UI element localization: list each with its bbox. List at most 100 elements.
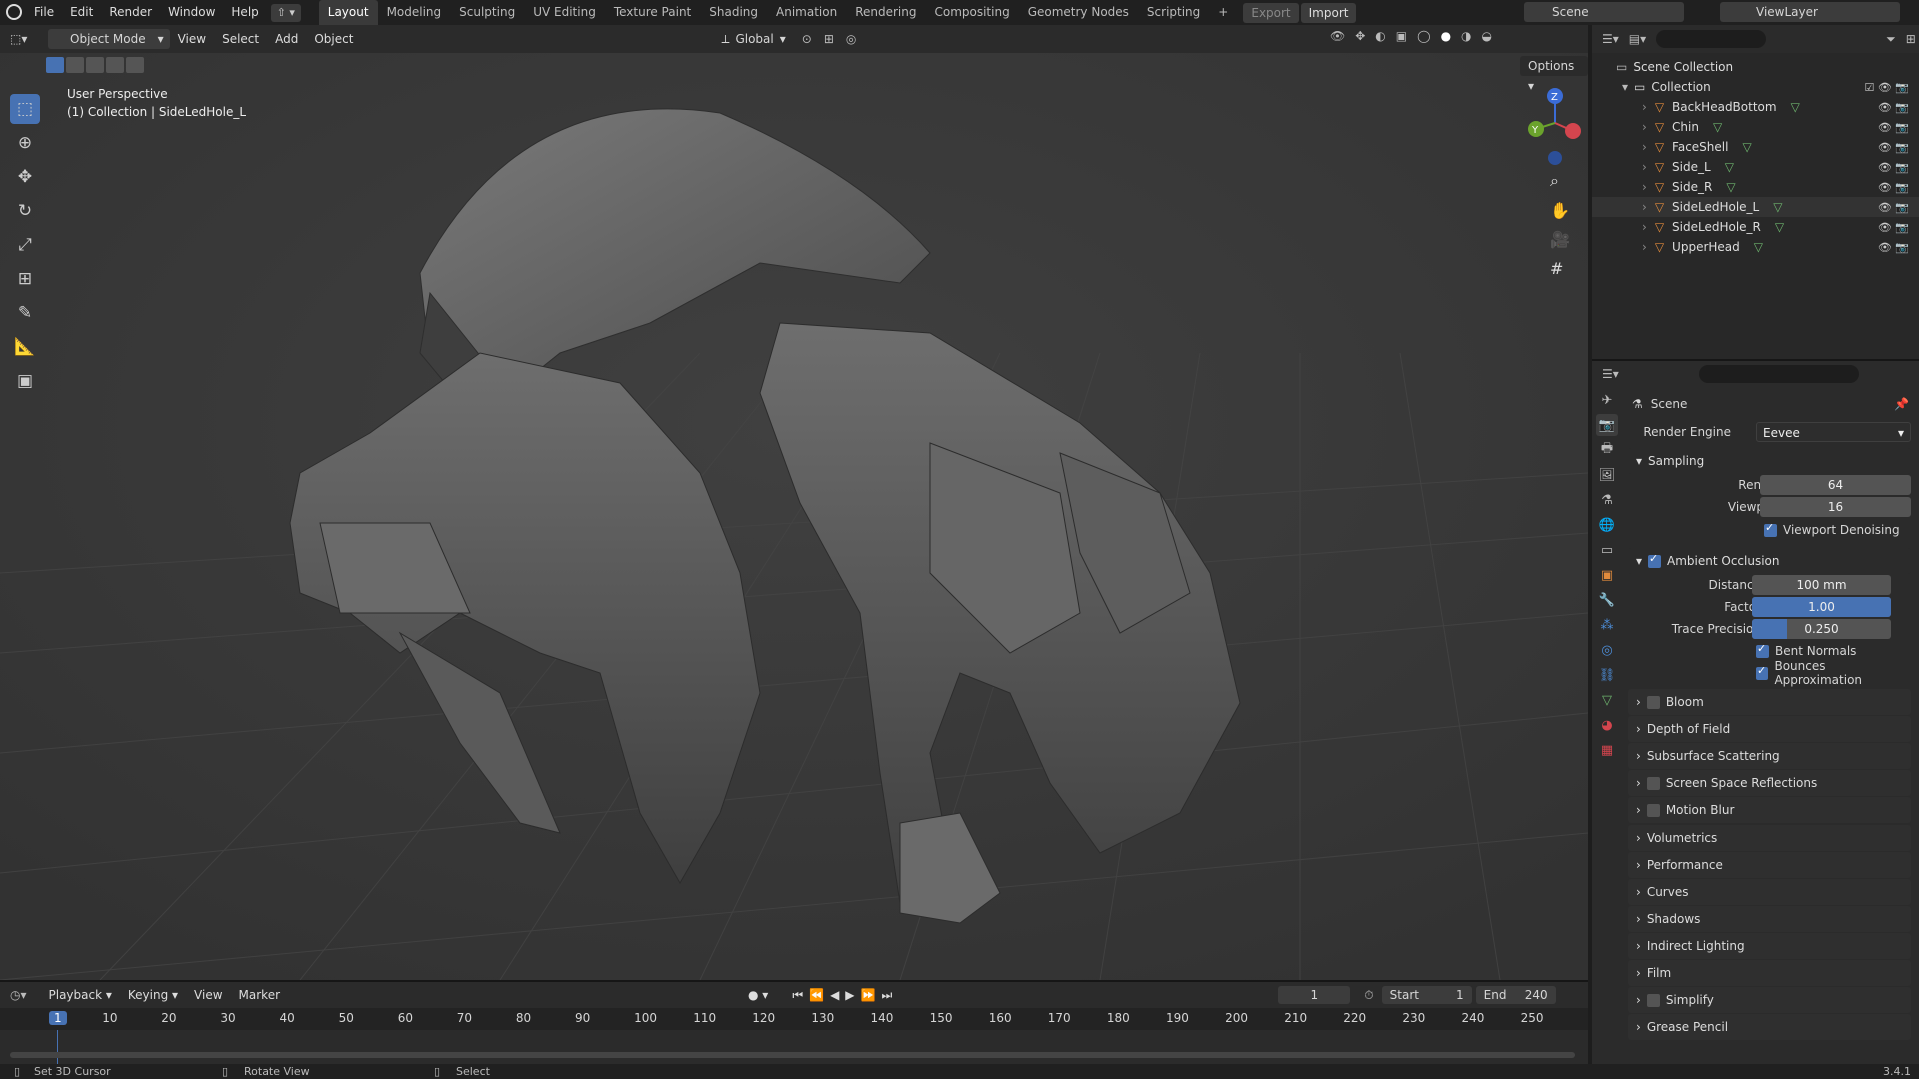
- panel-header[interactable]: › Grease Pencil: [1628, 1014, 1911, 1041]
- select-extend-icon[interactable]: [66, 57, 84, 73]
- mesh-data-icon[interactable]: ▽: [1791, 100, 1800, 114]
- camera-icon[interactable]: 🎥: [1550, 230, 1570, 249]
- solid-shading-icon[interactable]: ●: [1441, 29, 1451, 43]
- outliner-item[interactable]: › ▽ SideLedHole_L ▽ 👁 📷: [1592, 197, 1919, 217]
- render-engine-dropdown[interactable]: Eevee ▾: [1756, 422, 1911, 442]
- panel-header[interactable]: › Shadows: [1628, 905, 1911, 932]
- ao-factor-slider[interactable]: 1.00: [1752, 597, 1891, 617]
- visibility-toggles[interactable]: 👁 📷: [1878, 221, 1909, 234]
- ao-trace-precision-slider[interactable]: 0.250: [1752, 619, 1891, 639]
- ao-distance-field[interactable]: 100 mm: [1752, 575, 1891, 595]
- panel-header[interactable]: › Performance: [1628, 851, 1911, 878]
- panel-header[interactable]: › Depth of Field: [1628, 716, 1911, 743]
- chevron-right-icon[interactable]: ›: [1642, 100, 1647, 114]
- select-new-icon[interactable]: [46, 57, 64, 73]
- outliner-item[interactable]: › ▽ Side_L ▽ 👁 📷: [1592, 157, 1919, 177]
- playback-controls[interactable]: ⏮⏪◀▶⏩⏭: [792, 988, 898, 1003]
- overlay-icon[interactable]: ◐: [1375, 29, 1385, 43]
- menu-window[interactable]: Window: [160, 0, 223, 25]
- mesh-data-icon[interactable]: ▽: [1713, 120, 1722, 134]
- select-intersect-icon[interactable]: [126, 57, 144, 73]
- scale-icon[interactable]: ⤢: [10, 230, 40, 260]
- xray-icon[interactable]: ▣: [1396, 29, 1407, 43]
- panel-header[interactable]: › Film: [1628, 960, 1911, 986]
- menu-keying[interactable]: Keying ▾: [120, 983, 186, 1008]
- tab-layout[interactable]: Layout: [318, 0, 378, 25]
- tab-uv-editing[interactable]: UV Editing: [524, 0, 605, 25]
- chevron-right-icon[interactable]: ›: [1642, 140, 1647, 154]
- render-tab-icon[interactable]: 📷: [1596, 414, 1618, 436]
- export-button[interactable]: Export: [1243, 2, 1299, 23]
- tab-compositing[interactable]: Compositing: [925, 0, 1018, 25]
- wireframe-shading-icon[interactable]: ◯: [1417, 29, 1430, 43]
- properties-search-input[interactable]: [1698, 365, 1859, 383]
- outliner-item[interactable]: › ▽ UpperHead ▽ 👁 📷: [1592, 237, 1919, 257]
- menu-marker[interactable]: Marker: [231, 983, 288, 1008]
- frame-ruler[interactable]: 1 10 20 30 40 50 60 70 80 90 100 110 120 130 140 150 160…: [0, 1008, 1588, 1030]
- visibility-toggles[interactable]: 👁 📷: [1878, 201, 1909, 214]
- scene-tab-icon[interactable]: ⚗: [1596, 489, 1618, 511]
- blender-logo-icon[interactable]: [6, 4, 22, 20]
- data-tab-icon[interactable]: ▽: [1596, 689, 1618, 711]
- viewport-denoising-row[interactable]: Viewport Denoising: [1628, 519, 1911, 541]
- pan-hand-icon[interactable]: ✋: [1550, 201, 1570, 220]
- panel-header[interactable]: › Volumetrics: [1628, 824, 1911, 851]
- texture-tab-icon[interactable]: ▦: [1596, 739, 1618, 761]
- tab-shading[interactable]: Shading: [700, 0, 767, 25]
- proportional-edit-icon[interactable]: ◎: [846, 32, 856, 46]
- panel-header[interactable]: › Indirect Lighting: [1628, 932, 1911, 959]
- sampling-panel-header[interactable]: ▾ Sampling: [1628, 448, 1911, 474]
- current-frame-field[interactable]: 1: [1278, 986, 1351, 1004]
- transform-icon[interactable]: ⊞: [10, 264, 40, 294]
- stopwatch-icon[interactable]: ⏱: [1364, 988, 1373, 1003]
- grid-view-icon[interactable]: #: [1550, 259, 1570, 278]
- panel-enable-checkbox[interactable]: [1646, 776, 1660, 790]
- menu-file[interactable]: File: [26, 0, 62, 25]
- editor-type-icon[interactable]: ☰▾: [1602, 367, 1619, 381]
- tab-rendering[interactable]: Rendering: [846, 0, 925, 25]
- new-collection-icon[interactable]: ⊞: [1906, 32, 1916, 46]
- tab-modeling[interactable]: Modeling: [378, 0, 451, 25]
- viewport-denoising-checkbox[interactable]: [1764, 521, 1777, 537]
- particles-tab-icon[interactable]: ⁂: [1596, 614, 1618, 636]
- measure-icon[interactable]: 📐: [10, 332, 40, 362]
- chevron-right-icon[interactable]: ›: [1642, 180, 1647, 194]
- object-tab-icon[interactable]: ▣: [1596, 564, 1618, 586]
- rendered-shading-icon[interactable]: ◒: [1482, 29, 1492, 43]
- outliner-scene-collection[interactable]: ▭ Scene Collection: [1592, 57, 1919, 77]
- bent-normals-checkbox[interactable]: [1756, 642, 1769, 658]
- visibility-toggles[interactable]: 👁 📷: [1878, 181, 1909, 194]
- start-frame-field[interactable]: Start 1: [1381, 986, 1472, 1004]
- editor-type-icon[interactable]: ⬚▾: [10, 32, 40, 46]
- panel-header[interactable]: › Motion Blur: [1628, 797, 1911, 824]
- output-tab-icon[interactable]: 🖶: [1596, 439, 1618, 461]
- mode-selector[interactable]: Object Mode ▾: [48, 29, 170, 49]
- view-layer-selector[interactable]: ViewLayer: [1720, 2, 1900, 22]
- collection-tab-icon[interactable]: ▭: [1596, 539, 1618, 561]
- chevron-right-icon[interactable]: ›: [1642, 160, 1647, 174]
- visibility-toggles[interactable]: 👁 📷: [1878, 141, 1909, 154]
- visibility-toggles[interactable]: 👁 📷: [1878, 161, 1909, 174]
- render-samples-field[interactable]: 64: [1760, 475, 1911, 495]
- display-mode-icon[interactable]: ▤▾: [1629, 32, 1646, 46]
- 3d-viewport[interactable]: Z Y User Perspective (1) Collection | Si…: [0, 53, 1588, 980]
- outliner-item[interactable]: › ▽ FaceShell ▽ 👁 📷: [1592, 137, 1919, 157]
- menu-render[interactable]: Render: [101, 0, 160, 25]
- add-cube-icon[interactable]: ▣: [10, 366, 40, 396]
- bounces-row[interactable]: Bounces Approximation: [1628, 659, 1911, 687]
- add-workspace-button[interactable]: +: [1209, 0, 1237, 25]
- outliner-search-input[interactable]: [1656, 30, 1767, 48]
- editor-type-icon[interactable]: ⇧ ▾: [270, 3, 301, 22]
- tab-sculpting[interactable]: Sculpting: [450, 0, 524, 25]
- panel-header[interactable]: › Subsurface Scattering: [1628, 743, 1911, 770]
- select-box-icon[interactable]: ⬚: [10, 94, 40, 124]
- world-tab-icon[interactable]: 🌐: [1596, 514, 1618, 536]
- gizmo-icon[interactable]: ✥: [1355, 29, 1365, 43]
- visibility-toggles[interactable]: 👁 📷: [1878, 241, 1909, 254]
- mesh-data-icon[interactable]: ▽: [1754, 240, 1763, 254]
- visibility-toggles[interactable]: 👁 📷: [1878, 101, 1909, 114]
- end-frame-field[interactable]: End 240: [1475, 986, 1556, 1004]
- tab-texture-paint[interactable]: Texture Paint: [605, 0, 700, 25]
- menu-object[interactable]: Object: [306, 27, 361, 52]
- tab-geometry-nodes[interactable]: Geometry Nodes: [1019, 0, 1138, 25]
